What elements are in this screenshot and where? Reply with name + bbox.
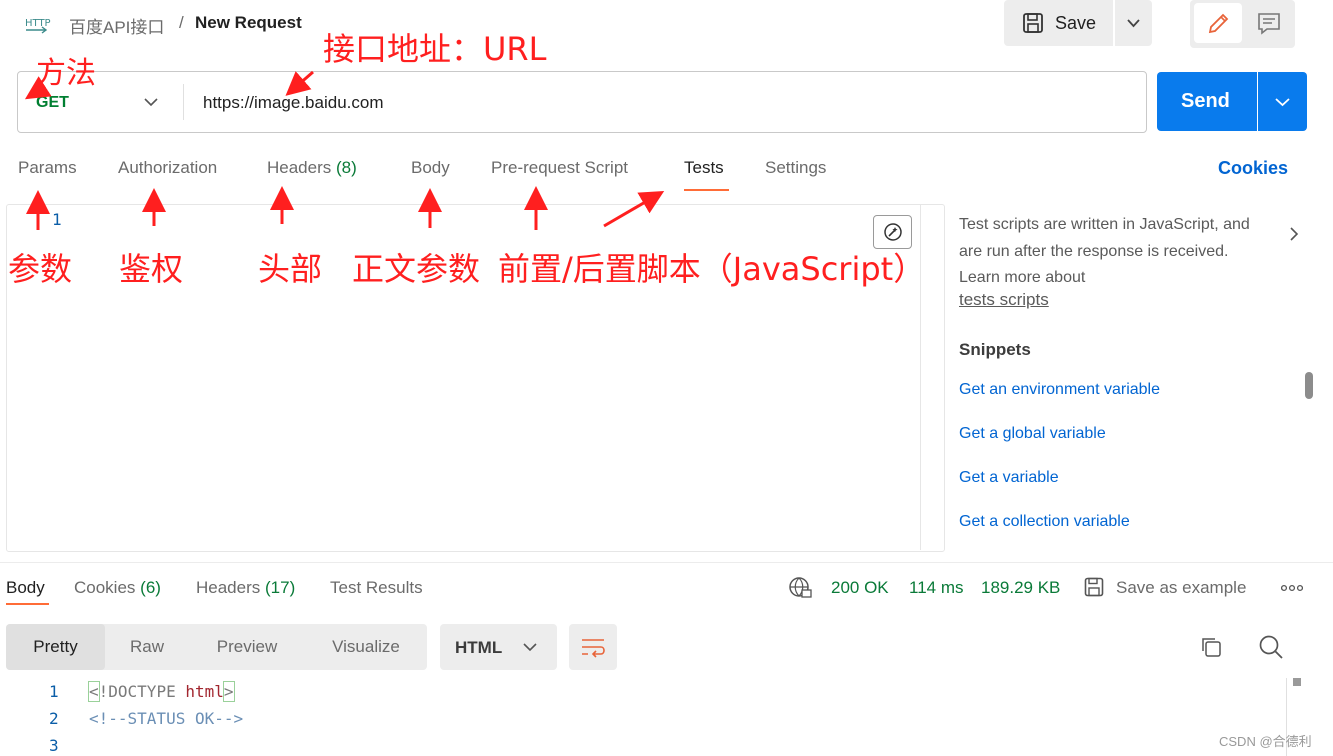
wrap-lines-button[interactable] [569,624,617,670]
annotation-headers: 头部 [258,250,323,288]
response-tab-cookies[interactable]: Cookies (6) [74,578,161,598]
globe-lock-icon[interactable] [788,576,814,600]
tab-headers-count: (8) [336,158,357,177]
response-view-modes: Pretty Raw Preview Visualize [6,624,427,670]
snippets-heading: Snippets [959,340,1031,359]
response-tab-body[interactable]: Body [6,578,45,598]
code-line-number: 2 [49,709,59,728]
active-tab-indicator [6,603,49,605]
view-preview[interactable]: Preview [189,624,305,670]
save-label: Save [1055,13,1097,33]
annotation-url: 接口地址：URL [323,30,547,68]
comments-button[interactable] [1246,3,1292,43]
tests-description: Test scripts are written in JavaScript, … [959,216,1250,286]
code-line: <!--STATUS OK--> [89,709,244,728]
view-visualize[interactable]: Visualize [305,624,427,670]
format-select[interactable]: HTML [440,624,557,670]
method-select[interactable]: GET [36,94,69,112]
code-line-number: 3 [49,736,59,755]
save-icon [1084,577,1104,597]
tab-authorization[interactable]: Authorization [118,158,217,178]
save-options-button[interactable] [1115,0,1152,46]
tab-body[interactable]: Body [411,158,450,178]
request-name[interactable]: New Request [195,13,302,33]
active-tab-indicator [684,189,729,191]
search-icon[interactable] [1258,634,1284,660]
wrap-icon [582,639,605,658]
response-tab-headers[interactable]: Headers (17) [196,578,295,598]
view-raw[interactable]: Raw [105,624,189,670]
annotation-auth: 鉴权 [119,250,184,288]
line-number: 1 [52,210,62,229]
response-scrollbar[interactable] [1293,678,1301,686]
code-line-number: 1 [49,682,59,701]
chevron-down-icon[interactable] [143,94,159,110]
snippet-item[interactable]: Get a variable [959,469,1059,487]
tab-pre-request-script[interactable]: Pre-request Script [491,158,628,178]
http-icon-text: HTTP [25,18,51,29]
send-options-button[interactable] [1258,72,1307,131]
snippet-item[interactable]: Get an environment variable [959,381,1160,399]
tab-params[interactable]: Params [18,158,77,178]
tab-headers[interactable]: Headers (8) [267,158,357,178]
tests-scripts-link[interactable]: tests scripts [959,290,1049,310]
annotation-scripts: 前置/后置脚本（JavaScript） [498,250,926,288]
chevron-down-icon [1275,98,1290,107]
view-pretty[interactable]: Pretty [6,624,105,670]
chevron-right-icon[interactable] [1287,226,1301,242]
tab-settings[interactable]: Settings [765,158,826,178]
save-button[interactable]: Save [1004,0,1113,46]
annotation-params: 参数 [8,250,73,288]
breadcrumb-separator: / [179,13,184,32]
edit-mode-button[interactable] [1194,3,1242,43]
pane-divider[interactable] [0,562,1333,563]
save-as-example-button[interactable]: Save as example [1116,578,1246,598]
divider [183,84,184,120]
chevron-down-icon [1127,19,1140,28]
response-tab-test-results[interactable]: Test Results [330,578,423,598]
response-time[interactable]: 114 ms [909,578,964,598]
send-label: Send [1181,90,1230,112]
format-label: HTML [455,638,503,657]
tab-tests[interactable]: Tests [684,158,724,178]
url-input[interactable]: https://image.baidu.com [203,93,383,113]
snippet-item[interactable]: Get a global variable [959,425,1106,443]
snippet-item[interactable]: Get a collection variable [959,513,1130,531]
watermark: CSDN @合德利 [1219,734,1312,749]
save-icon [1023,13,1043,33]
send-button[interactable]: Send [1157,72,1257,131]
http-icon: HTTP [24,12,52,36]
response-size[interactable]: 189.29 KB [981,578,1060,598]
chevron-down-icon [523,643,537,652]
breadcrumb-collection[interactable]: 百度API接口 [69,13,164,38]
view-mode-toggle [1190,0,1295,48]
copy-icon[interactable] [1199,635,1223,659]
request-url-bar: GET https://image.baidu.com [17,71,1147,133]
status-code[interactable]: 200 OK [831,578,889,598]
pencil-icon [1208,13,1229,34]
annotation-method: 方法 [36,56,96,91]
side-panel-scrollbar[interactable] [1305,372,1313,399]
cookies-link[interactable]: Cookies [1218,158,1288,179]
code-line: <!DOCTYPE html> [88,681,235,702]
annotation-body: 正文参数 [352,250,481,288]
more-options-icon[interactable] [1281,582,1303,594]
comment-icon [1258,13,1280,35]
